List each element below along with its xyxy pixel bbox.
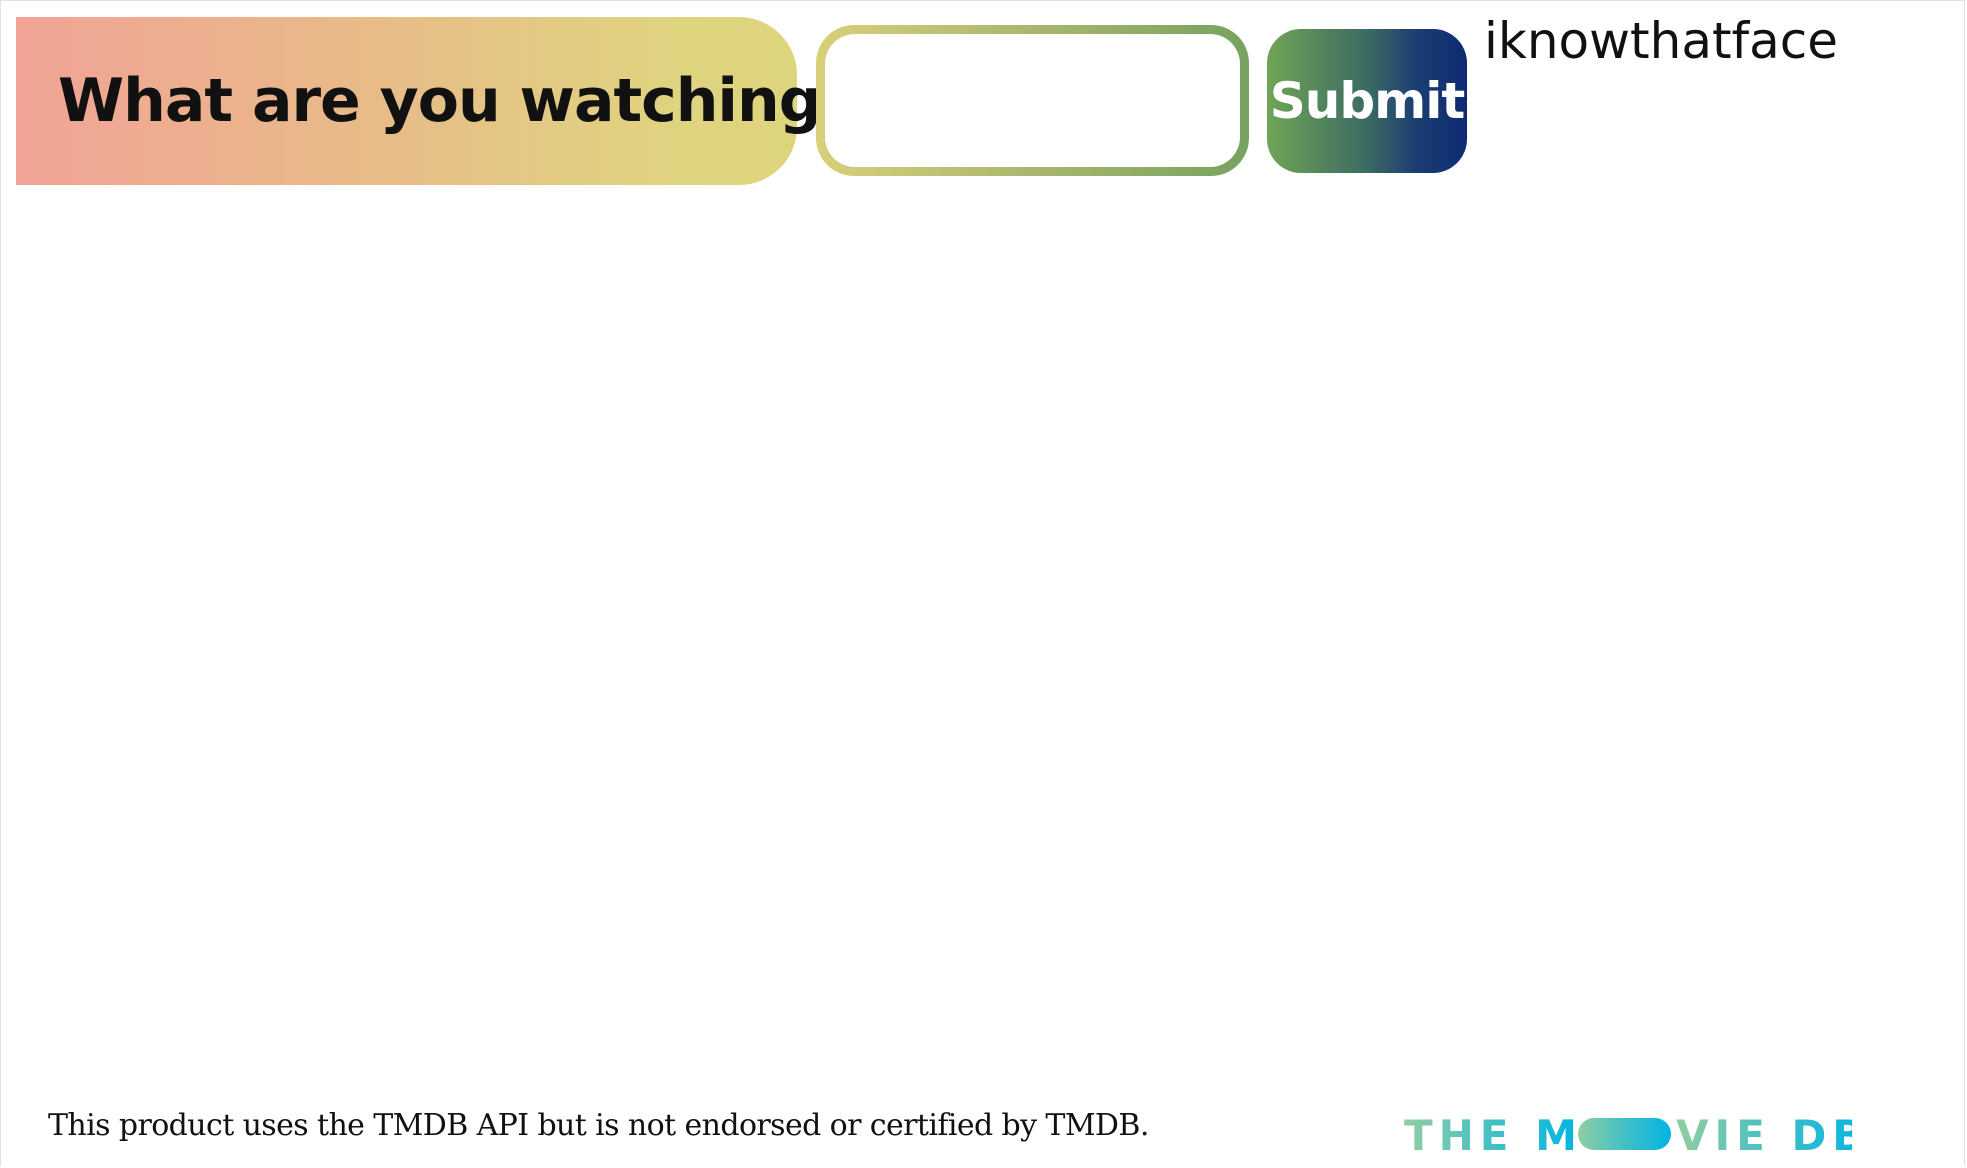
tmdb-logo-text-left: THE M (1404, 1111, 1583, 1156)
tmdb-logo[interactable]: THE M VIE DB (1404, 1110, 1852, 1156)
tmdb-logo-text-right: VIE DB (1676, 1111, 1852, 1156)
tmdb-logo-pill-icon (1578, 1118, 1671, 1150)
brand-name: iknowthatface (1484, 12, 1839, 70)
prompt-banner: What are you watching? (16, 17, 855, 185)
search-input[interactable] (825, 34, 1240, 167)
search-field-wrapper (816, 25, 1249, 176)
submit-button[interactable]: Submit (1267, 29, 1467, 173)
tmdb-attribution: This product uses the TMDB API but is no… (48, 1108, 1149, 1143)
tmdb-logo-graphic: THE M VIE DB (1404, 1111, 1852, 1156)
prompt-heading: What are you watching? (58, 66, 855, 136)
